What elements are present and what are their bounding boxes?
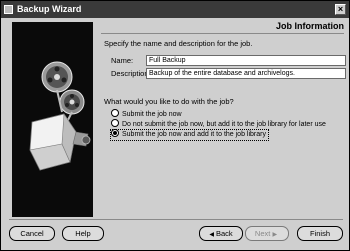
back-arrow-icon: ◀ xyxy=(209,232,214,238)
page-heading: Job Information xyxy=(276,21,344,31)
name-input[interactable]: Full Backup xyxy=(146,55,346,66)
help-button[interactable]: Help xyxy=(62,226,104,241)
intro-text: Specify the name and description for the… xyxy=(104,39,253,48)
heading-divider xyxy=(101,33,344,34)
description-label: Description: xyxy=(111,69,151,78)
next-button[interactable]: Next ▶ xyxy=(245,226,289,241)
radio-label: Submit the job now xyxy=(122,111,182,118)
name-label: Name: xyxy=(111,56,134,65)
back-button[interactable]: ◀ Back xyxy=(199,226,243,241)
back-label: Back xyxy=(215,229,233,238)
radio-submit-and-add[interactable]: Submit the job now and add it to the job… xyxy=(110,129,269,141)
job-action-question: What would you like to do with the job? xyxy=(104,97,234,106)
next-arrow-icon: ▶ xyxy=(272,232,278,238)
radio-submit-now[interactable]: Submit the job now xyxy=(111,109,182,120)
finish-button[interactable]: Finish xyxy=(297,226,343,241)
footer-divider xyxy=(9,219,343,220)
wizard-window-icon xyxy=(4,5,13,14)
film-reel-bottom-icon xyxy=(59,89,85,115)
radio-label: Do not submit the job now, but add it to… xyxy=(122,121,326,128)
radio-button-icon[interactable] xyxy=(111,119,119,128)
close-button[interactable]: × xyxy=(335,4,346,15)
radio-label: Submit the job now and add it to the job… xyxy=(122,131,266,138)
radio-button-selected-icon[interactable] xyxy=(111,129,119,138)
window-title: Backup Wizard xyxy=(17,4,82,14)
title-bar[interactable]: Backup Wizard × xyxy=(1,1,349,18)
next-label: Next xyxy=(254,229,271,238)
film-reels-illustration xyxy=(12,22,93,217)
film-reel-top-icon xyxy=(41,61,73,93)
backup-wizard-window: Backup Wizard × Job Information Specify … xyxy=(0,0,350,251)
radio-button-icon[interactable] xyxy=(111,109,119,118)
cancel-button[interactable]: Cancel xyxy=(9,226,55,241)
description-input[interactable]: Backup of the entire database and archiv… xyxy=(146,68,346,79)
